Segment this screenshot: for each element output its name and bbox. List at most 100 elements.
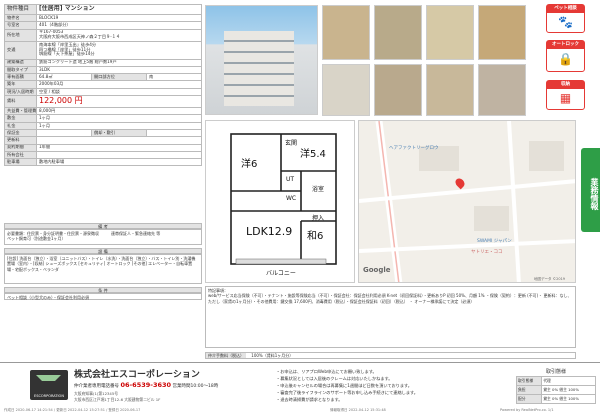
info-row: 共益費・管理費 8,000円 bbox=[4, 107, 202, 116]
room-japanese-6: 和6 bbox=[307, 231, 324, 242]
transaction-cell: 貸主 0% 借主 100% bbox=[541, 385, 596, 395]
notice-item: ・退去時清掃費が請求となります。 bbox=[276, 397, 343, 402]
notice-item: ・お申込は、リアプロWeb申込にてお願い致します。 bbox=[276, 369, 377, 374]
info-row: 礼金 1ヶ月 bbox=[4, 121, 202, 130]
transaction-row: 取引態様 代理 bbox=[515, 376, 596, 386]
company-address: 大阪市西区江戸堀1丁目12-6 大阪建物第二ビル 1F bbox=[74, 397, 161, 402]
photo-room-3[interactable] bbox=[478, 5, 526, 60]
info-key: 駐車場 bbox=[4, 158, 37, 167]
info-value: 鉄筋コンクリート造 地上5階 総戸数19戸 bbox=[36, 58, 202, 67]
map-poi-label: ヘアファクトリーグロウ bbox=[389, 146, 439, 151]
map-poi-label-2: ヤトリエ・ココ bbox=[471, 250, 503, 255]
info-value: 南海本線「岸里玉出」徒歩4分 四つ橋線「岸里」徒歩11分 堺筋線「天下茶屋」徒歩… bbox=[36, 40, 202, 60]
company-logo: ESCORPORATION bbox=[30, 370, 68, 400]
info-row: 築年 2000年03月 bbox=[4, 80, 202, 89]
info-value bbox=[36, 150, 202, 160]
info-row: 号室名 401（4階部分） bbox=[4, 21, 202, 30]
commission-amount: 100%（賃料1ヶ月分） bbox=[251, 353, 294, 358]
photo-room-2[interactable] bbox=[426, 5, 474, 60]
photo-japanese-room[interactable] bbox=[426, 64, 474, 116]
info-row: 交通 南海本線「岸里玉出」徒歩4分 四つ橋線「岸里」徒歩11分 堺筋線「天下茶屋」… bbox=[4, 40, 202, 60]
transaction-table: 取引態様 代理 負担 貸主 0% 借主 100% 配分 貸主 0% 借主 100% bbox=[515, 376, 596, 404]
info-row: 物件種目 [住居用] マンション bbox=[4, 4, 202, 15]
commission-label: 仲介手数料（税込） bbox=[206, 353, 246, 358]
transaction-box: 取引態様 取引態様 代理 負担 貸主 0% 借主 100% 配分 貸主 0% 借主 100… bbox=[515, 368, 596, 404]
photo-bath[interactable] bbox=[478, 64, 526, 116]
info-key: 間取タイプ bbox=[4, 65, 37, 75]
remarks-text: 必要書類：住民票・身分証明書・住民票・源泉徴収 連帯保証人・緊急連絡先 等 ペッ… bbox=[4, 229, 202, 245]
info-value: [住居用] マンション bbox=[36, 4, 202, 15]
info-row: 駐車場 敷地内駐車場 bbox=[4, 158, 202, 167]
info-row: 敷金 1ヶ月 bbox=[4, 114, 202, 123]
business-info-tab[interactable]: 業務情報 bbox=[581, 148, 600, 232]
company-contact: 仲介業者専用電話番号 06-6539-3630 営業時間10:00～18時 bbox=[74, 381, 218, 389]
room-western-6: 洋6 bbox=[241, 159, 258, 170]
info-value: 1ヶ月 bbox=[36, 121, 202, 130]
map[interactable]: ヘアファクトリーグロウ SWAMI ジャパン ヤトリエ・ココ Google 地図… bbox=[358, 120, 576, 283]
info-value: 3LDK bbox=[36, 65, 202, 75]
info-row: 現況/入居時期 空室 / 相談 bbox=[4, 87, 202, 97]
floor-plan: 洋6 洋5.4 LDK12.9 和6 UT 浴室 WC 押入 玄関 バルコニー bbox=[205, 120, 355, 283]
info-row: 所有会社 bbox=[4, 150, 202, 160]
room-ldk: LDK12.9 bbox=[246, 225, 293, 238]
info-key: 築年 bbox=[4, 80, 37, 89]
pet-badge: ペット相談 🐾 bbox=[546, 4, 585, 33]
info-key: 共益費・管理費 bbox=[4, 107, 37, 116]
notice-item: ・申込後キャンセルの場合は再募集に1週間ほど日数を頂いております。 bbox=[276, 383, 412, 388]
company-contact-label: 仲介業者専用電話番号 bbox=[74, 384, 119, 389]
company-name: 株式会社エスコーポレーション bbox=[74, 370, 200, 380]
info-value: 8,000円 bbox=[36, 107, 202, 116]
company-tel: 06-6539-3630 bbox=[120, 381, 172, 389]
info-key: 専有面積 bbox=[4, 73, 37, 82]
paw-icon: 🐾 bbox=[558, 15, 573, 29]
special-notes: 特記事項： web/サービス応当保険（不可）・テナント・施設等保険応当（不可）・… bbox=[205, 286, 576, 348]
info-value bbox=[36, 136, 202, 145]
company-logo-text: ESCORPORATION bbox=[34, 394, 64, 398]
map-poi-label-3: SWAMI ジャパン bbox=[477, 239, 512, 244]
info-value bbox=[36, 128, 92, 138]
info-key: 敷金 bbox=[4, 114, 37, 123]
info-value: BLOCK19 bbox=[36, 13, 202, 23]
info-key: 現況/入居時期 bbox=[4, 87, 37, 97]
autolock-badge: オートロック 🔒 bbox=[546, 40, 585, 72]
transaction-cell: 貸主 0% 借主 100% bbox=[541, 394, 596, 404]
info-key: 物件種目 bbox=[4, 4, 37, 15]
commission-row: 仲介手数料（税込） 100%（賃料1ヶ月分） bbox=[205, 352, 576, 359]
notice-list: ・お申込は、リアプロWeb申込にてお願い致します。 ・募集状況としては入居後のクレ… bbox=[276, 368, 501, 403]
company-hours: 営業時間10:00～18時 bbox=[172, 384, 219, 389]
room-balcony: バルコニー bbox=[266, 270, 296, 277]
room-wc: WC bbox=[286, 195, 297, 202]
info-row: 所在地 〒167-0053 大阪府大阪市西成区天神ノ森２丁目９-１４ bbox=[4, 28, 202, 42]
info-row: 賃料 122,000 円 bbox=[4, 95, 202, 109]
photo-kitchen[interactable] bbox=[322, 64, 370, 116]
info-value: 南 bbox=[146, 73, 202, 82]
photo-room-1[interactable] bbox=[374, 5, 422, 60]
info-value: 122,000 円 bbox=[36, 95, 202, 109]
info-value: 2000年03月 bbox=[36, 80, 202, 89]
info-row: 物件名 BLOCK19 bbox=[4, 13, 202, 23]
footer-right: Powered by RealNetPro.co. 1/1 bbox=[500, 408, 554, 412]
photo-hall[interactable] bbox=[374, 64, 422, 116]
storage-icon: ▦ bbox=[559, 91, 572, 105]
storage-badge: 収納 ▦ bbox=[546, 80, 585, 110]
map-copyright: 地図データ ©2019 bbox=[534, 277, 566, 281]
info-value: 64.8㎡ bbox=[36, 73, 92, 82]
info-row: 専有面積 64.8㎡ 開口部方位南 bbox=[4, 73, 202, 82]
info-key: 賃料 bbox=[4, 95, 37, 109]
info-value: 〒167-0053 大阪府大阪市西成区天神ノ森２丁目９-１４ bbox=[36, 28, 202, 42]
info-value: 敷地内駐車場 bbox=[36, 158, 202, 167]
info-row: 契約期間 1年間 bbox=[4, 143, 202, 152]
notice-item: ・審査完了後ライフラインのサポート等お申し込み手続きにて連絡します。 bbox=[276, 390, 418, 395]
info-value: 1年間 bbox=[36, 143, 202, 152]
room-western-5-4: 洋5.4 bbox=[300, 149, 326, 160]
transaction-cell: 負担 bbox=[515, 385, 543, 395]
room-entrance: 玄関 bbox=[285, 140, 298, 147]
info-key: 所有会社 bbox=[4, 150, 37, 160]
photo-ldk[interactable] bbox=[322, 5, 370, 60]
main-building-photo[interactable] bbox=[205, 5, 318, 115]
info-key: 物件名 bbox=[4, 13, 37, 23]
footer-left: 作成日 2020-06-17 14:21:54 / 更新日 2022-04-12… bbox=[4, 408, 141, 412]
info-key: 開口部方位 bbox=[91, 73, 147, 82]
info-table: 物件種目 [住居用] マンション 物件名 BLOCK19 号室名 401（4階部分） 所在地… bbox=[4, 4, 202, 167]
info-key: 礼金 bbox=[4, 121, 37, 130]
